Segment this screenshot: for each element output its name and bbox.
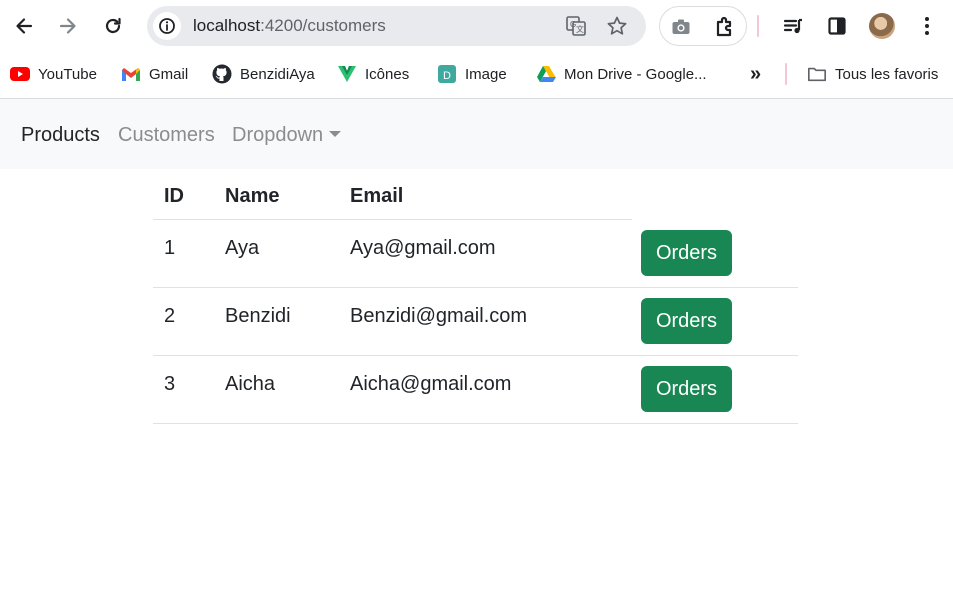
nav-customers[interactable]: Customers bbox=[118, 123, 215, 147]
orders-button[interactable]: Orders bbox=[641, 230, 732, 276]
url-path: :4200/customers bbox=[260, 16, 386, 35]
orders-button[interactable]: Orders bbox=[641, 298, 732, 344]
browser-toolbar: localhost:4200/customers G文 bbox=[0, 0, 953, 52]
bookmark-benzidiaya[interactable]: BenzidiAya bbox=[212, 63, 315, 85]
column-header-name: Name bbox=[225, 185, 280, 207]
bookmark-label: BenzidiAya bbox=[240, 65, 315, 83]
profile-avatar[interactable] bbox=[869, 13, 895, 39]
bookmark-gmail[interactable]: Gmail bbox=[121, 63, 188, 85]
bookmark-icones[interactable]: Icônes bbox=[337, 63, 409, 85]
translate-icon[interactable]: G文 bbox=[564, 14, 588, 38]
bookmarks-separator bbox=[785, 63, 787, 85]
bookmarks-overflow-button[interactable]: » bbox=[750, 63, 761, 85]
cell-id: 2 bbox=[164, 305, 176, 327]
cell-name: Benzidi bbox=[225, 305, 291, 327]
url-host: localhost bbox=[193, 16, 261, 35]
orders-button[interactable]: Orders bbox=[641, 366, 732, 412]
column-header-email: Email bbox=[350, 185, 404, 207]
side-panel-icon[interactable] bbox=[823, 10, 851, 42]
bookmarks-bar: YouTube Gmail BenzidiAya Icônes D Image … bbox=[0, 52, 953, 99]
bookmark-label: Gmail bbox=[149, 65, 189, 83]
cell-name: Aicha bbox=[225, 373, 276, 395]
bookmark-youtube[interactable]: YouTube bbox=[10, 63, 97, 85]
cell-email: Aicha@gmail.com bbox=[350, 373, 512, 395]
table-row: 2 Benzidi Benzidi@gmail.com Orders bbox=[153, 288, 798, 356]
media-icon[interactable] bbox=[779, 10, 807, 42]
all-bookmarks-folder[interactable]: Tous les favoris bbox=[807, 63, 938, 85]
github-icon bbox=[212, 64, 232, 84]
cell-id: 1 bbox=[164, 237, 176, 259]
image-icon: D bbox=[437, 64, 457, 84]
gmail-icon bbox=[121, 64, 141, 84]
nav-dropdown-label: Dropdown bbox=[232, 124, 324, 146]
back-icon[interactable] bbox=[10, 10, 38, 42]
folder-icon bbox=[807, 64, 827, 84]
bookmark-label: YouTube bbox=[38, 65, 97, 83]
overflow-label: » bbox=[750, 62, 762, 85]
nav-dropdown-toggle[interactable]: Dropdown bbox=[232, 123, 342, 147]
icones-icon bbox=[337, 64, 357, 84]
url-text[interactable]: localhost:4200/customers bbox=[193, 16, 386, 36]
caret-down-icon bbox=[329, 131, 342, 137]
svg-text:文: 文 bbox=[576, 24, 584, 34]
cell-email: Benzidi@gmail.com bbox=[350, 305, 528, 327]
menu-icon[interactable] bbox=[913, 10, 941, 42]
bookmark-label: Mon Drive - Google... bbox=[564, 65, 707, 83]
bookmark-label: Tous les favoris bbox=[835, 65, 939, 83]
google-drive-icon bbox=[536, 64, 556, 84]
extensions-group bbox=[659, 6, 747, 46]
column-header-id: ID bbox=[164, 185, 184, 207]
bookmark-image[interactable]: D Image bbox=[437, 63, 507, 85]
bookmark-mon-drive[interactable]: Mon Drive - Google... bbox=[536, 63, 707, 85]
forward-icon[interactable] bbox=[54, 10, 82, 42]
table-row: 3 Aicha Aicha@gmail.com Orders bbox=[153, 356, 798, 424]
svg-text:D: D bbox=[443, 70, 451, 82]
camera-icon[interactable] bbox=[668, 14, 694, 40]
table-row: 1 Aya Aya@gmail.com Orders bbox=[153, 220, 798, 288]
nav-products[interactable]: Products bbox=[21, 123, 100, 147]
cell-email: Aya@gmail.com bbox=[350, 237, 496, 259]
navbar: Products Customers Dropdown bbox=[0, 99, 953, 169]
cell-name: Aya bbox=[225, 237, 260, 259]
bookmark-label: Icônes bbox=[365, 65, 410, 83]
youtube-icon bbox=[10, 64, 30, 84]
reload-icon[interactable] bbox=[99, 10, 127, 42]
cell-id: 3 bbox=[164, 373, 176, 395]
toolbar-separator bbox=[757, 15, 759, 37]
star-icon[interactable] bbox=[605, 14, 629, 38]
address-bar[interactable]: localhost:4200/customers G文 bbox=[147, 6, 646, 46]
site-info-icon[interactable] bbox=[153, 12, 181, 40]
bookmark-label: Image bbox=[465, 65, 507, 83]
extensions-icon[interactable] bbox=[712, 14, 738, 40]
